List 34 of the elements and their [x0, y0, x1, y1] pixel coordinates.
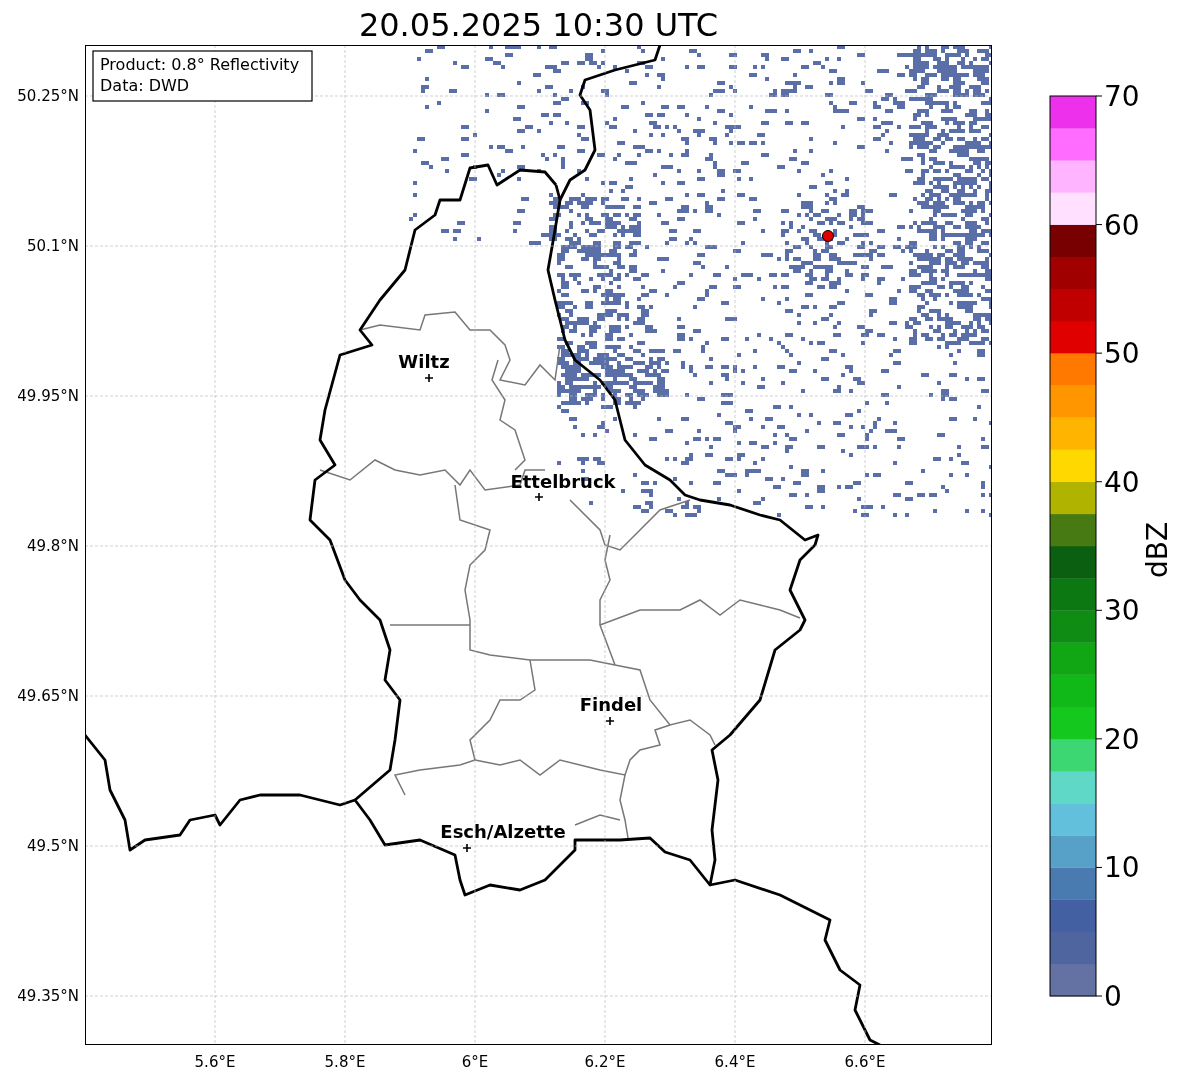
latitude-label: 50.1°N: [26, 237, 79, 255]
latitude-label: 50.25°N: [17, 87, 79, 105]
latitude-label: 49.35°N: [17, 987, 79, 1005]
city-marker-icon: [605, 716, 615, 726]
longitude-label: 6°E: [461, 1053, 489, 1071]
colorbar-tick-label: 10: [1104, 851, 1140, 885]
colorbar-tick-label: 0: [1104, 980, 1122, 1013]
info-text: Product: 0.8° Reflectivity: [100, 55, 300, 74]
colorbar-tick-label: 30: [1104, 594, 1140, 628]
colorbar-tick-label: 20: [1104, 722, 1140, 756]
colorbar-label: dBZ: [1141, 521, 1174, 579]
city-label: Findel: [579, 694, 643, 715]
latitude-label: 49.65°N: [17, 687, 79, 705]
info-text: Data: DWD: [100, 76, 190, 95]
city-label: Wiltz: [398, 351, 450, 372]
radar-site-icon: [822, 230, 834, 242]
longitude-label: 6.6°E: [844, 1053, 886, 1071]
longitude-label: 6.4°E: [714, 1053, 756, 1071]
colorbar-tick-label: 50: [1104, 337, 1140, 371]
latitude-label: 49.95°N: [17, 387, 79, 405]
city-label: Ettelbruck: [510, 471, 616, 492]
chart-title: 20.05.2025 10:30 UTC: [357, 5, 720, 45]
city-label: Esch/Alzette: [440, 821, 566, 842]
latitude-label: 49.8°N: [26, 537, 79, 555]
city-marker-icon: [462, 843, 472, 853]
colorbar-tick-label: 70: [1104, 80, 1140, 113]
colorbar-tick-label: 60: [1104, 208, 1140, 242]
longitude-label: 5.6°E: [194, 1053, 236, 1071]
colorbar-tick-label: 40: [1104, 465, 1140, 499]
longitude-label: 5.8°E: [324, 1053, 366, 1071]
city-marker-icon: [534, 492, 544, 502]
latitude-label: 49.5°N: [26, 837, 79, 855]
longitude-label: 6.2°E: [584, 1053, 626, 1071]
city-marker-icon: [424, 373, 434, 383]
